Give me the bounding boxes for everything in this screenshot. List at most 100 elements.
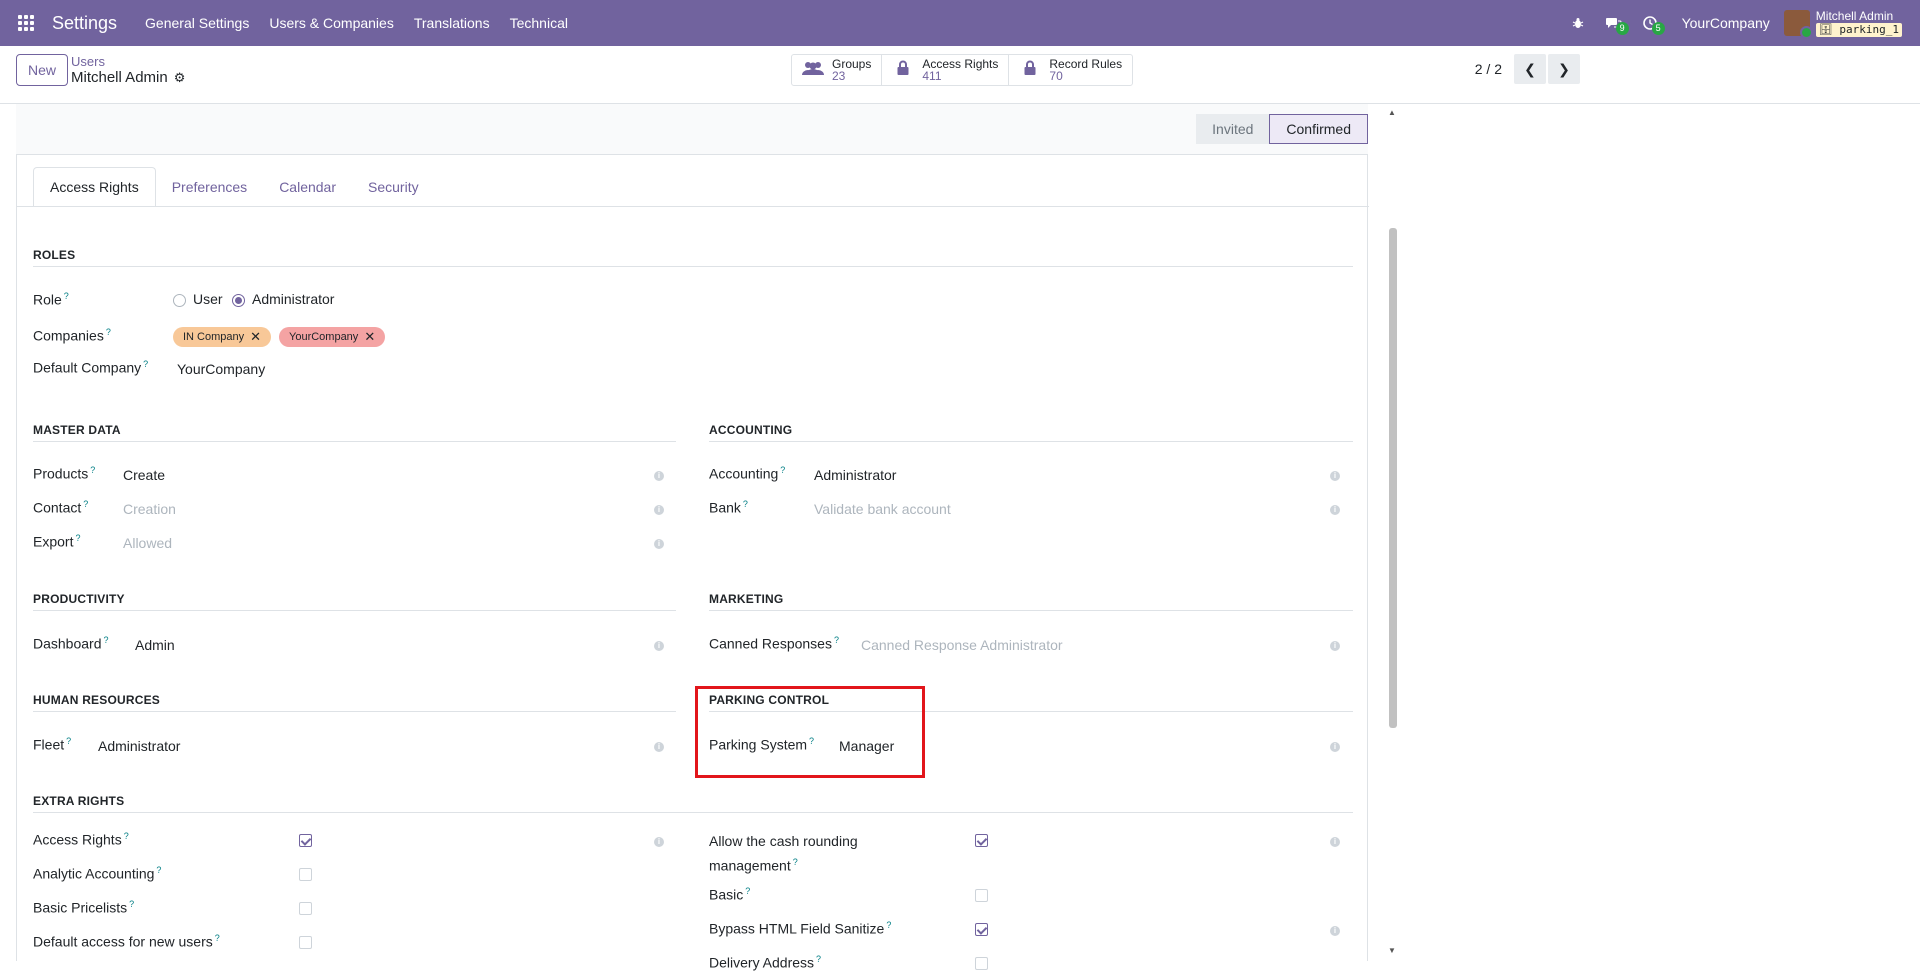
remove-tag-icon[interactable]: ✕ (250, 329, 261, 345)
help-icon[interactable]: ? (104, 635, 109, 645)
form-scrollbar[interactable]: ▲ ▼ (1386, 104, 1400, 961)
default-company-field[interactable]: YourCompany (177, 361, 265, 377)
menu-users-companies[interactable]: Users & Companies (259, 15, 404, 31)
pager-next-button[interactable]: ❯ (1548, 54, 1580, 84)
field-label: Default access for new users (33, 933, 213, 950)
new-button[interactable]: New (16, 54, 68, 86)
section-title-accounting: ACCOUNTING (709, 423, 793, 437)
company-tag[interactable]: IN Company ✕ (173, 327, 272, 347)
help-icon[interactable]: ? (83, 499, 88, 509)
scroll-down-arrow-icon[interactable]: ▼ (1388, 946, 1396, 955)
help-icon[interactable]: ? (64, 291, 69, 301)
info-icon[interactable]: i (1330, 471, 1340, 481)
basic-pricelists-checkbox[interactable] (299, 902, 312, 915)
analytic-accounting-checkbox[interactable] (299, 868, 312, 881)
help-icon[interactable]: ? (106, 327, 111, 337)
avatar[interactable] (1783, 10, 1813, 39)
info-icon[interactable]: i (654, 539, 664, 549)
info-icon[interactable]: i (1330, 837, 1340, 847)
help-icon[interactable]: ? (793, 857, 798, 867)
help-icon[interactable]: ? (780, 465, 785, 475)
remove-tag-icon[interactable]: ✕ (364, 329, 375, 345)
delivery-address-checkbox[interactable] (975, 957, 988, 970)
breadcrumb-users-link[interactable]: Users (71, 54, 185, 69)
record-name: Mitchell Admin (71, 69, 168, 86)
help-icon[interactable]: ? (215, 933, 220, 943)
help-icon[interactable]: ? (129, 899, 134, 909)
help-icon[interactable]: ? (816, 954, 821, 964)
help-icon[interactable]: ? (743, 499, 748, 509)
apps-menu-icon[interactable] (0, 0, 52, 46)
section-divider (33, 610, 676, 611)
help-icon[interactable]: ? (886, 920, 891, 930)
section-divider (709, 610, 1353, 611)
info-icon[interactable]: i (654, 471, 664, 481)
bypass-html-checkbox[interactable] (975, 923, 988, 936)
menu-general-settings[interactable]: General Settings (135, 15, 259, 31)
info-icon[interactable]: i (1330, 641, 1340, 651)
field-label: Export (33, 533, 74, 550)
user-menu[interactable]: Mitchell Admin 🗄 parking_1 (1783, 9, 1920, 39)
help-icon[interactable]: ? (66, 736, 71, 746)
cash-rounding-checkbox[interactable] (975, 834, 988, 847)
help-icon[interactable]: ? (745, 886, 750, 896)
default-access-checkbox[interactable] (299, 936, 312, 949)
pager-value[interactable]: 2 / 2 (1475, 61, 1502, 77)
messages-icon[interactable]: 9 (1596, 16, 1632, 35)
field-label: Analytic Accounting (33, 865, 155, 882)
canned-responses-field[interactable]: Canned Response Administrator (861, 637, 1063, 653)
info-icon[interactable]: i (1330, 505, 1340, 515)
contact-field[interactable]: Creation (123, 501, 176, 517)
help-icon[interactable]: ? (75, 533, 80, 543)
breadcrumb-current: Mitchell Admin ⚙ (71, 69, 185, 87)
bank-field[interactable]: Validate bank account (814, 501, 951, 517)
products-label: Products? (33, 465, 95, 482)
scroll-up-arrow-icon[interactable]: ▲ (1388, 108, 1396, 117)
status-invited[interactable]: Invited (1196, 114, 1270, 144)
company-tag[interactable]: YourCompany ✕ (279, 327, 386, 347)
groups-smart-button[interactable]: Groups 23 (792, 55, 883, 85)
info-icon[interactable]: i (654, 742, 664, 752)
products-field[interactable]: Create (123, 467, 165, 483)
role-user-radio[interactable] (173, 294, 186, 307)
pager-previous-button[interactable]: ❮ (1514, 54, 1546, 84)
extra-right-label: Analytic Accounting? (33, 865, 161, 882)
info-icon[interactable]: i (1330, 926, 1340, 936)
company-switcher[interactable]: YourCompany (1668, 15, 1784, 31)
bug-icon[interactable] (1560, 17, 1596, 29)
help-icon[interactable]: ? (124, 831, 129, 841)
gear-icon[interactable]: ⚙ (174, 69, 186, 87)
info-icon[interactable]: i (1330, 742, 1340, 752)
app-title[interactable]: Settings (52, 13, 117, 34)
info-icon[interactable]: i (654, 641, 664, 651)
fleet-field[interactable]: Administrator (98, 738, 180, 754)
tab-security[interactable]: Security (352, 167, 435, 207)
lock-icon (892, 60, 914, 80)
menu-technical[interactable]: Technical (500, 15, 578, 31)
access-rights-checkbox[interactable] (299, 834, 312, 847)
accounting-field[interactable]: Administrator (814, 467, 896, 483)
record-rules-smart-button[interactable]: Record Rules 70 (1009, 55, 1132, 85)
export-field[interactable]: Allowed (123, 535, 172, 551)
info-icon[interactable]: i (654, 837, 664, 847)
extra-right-label: Basic Pricelists? (33, 899, 134, 916)
basic-checkbox[interactable] (975, 889, 988, 902)
tab-preferences[interactable]: Preferences (156, 167, 263, 207)
role-administrator-radio[interactable] (232, 294, 245, 307)
scroll-thumb[interactable] (1389, 228, 1397, 728)
help-icon[interactable]: ? (90, 465, 95, 475)
role-administrator-label[interactable]: Administrator (252, 291, 334, 307)
help-icon[interactable]: ? (156, 865, 161, 875)
canned-responses-label: Canned Responses? (709, 635, 839, 652)
activities-clock-icon[interactable]: 5 (1632, 16, 1668, 35)
help-icon[interactable]: ? (834, 635, 839, 645)
tab-access-rights[interactable]: Access Rights (33, 167, 156, 207)
dashboard-field[interactable]: Admin (135, 637, 175, 653)
info-icon[interactable]: i (654, 505, 664, 515)
access-rights-smart-button[interactable]: Access Rights 411 (882, 55, 1010, 85)
menu-translations[interactable]: Translations (404, 15, 500, 31)
status-confirmed[interactable]: Confirmed (1269, 114, 1368, 144)
role-user-label[interactable]: User (193, 291, 223, 307)
help-icon[interactable]: ? (143, 359, 148, 369)
tab-calendar[interactable]: Calendar (263, 167, 352, 207)
